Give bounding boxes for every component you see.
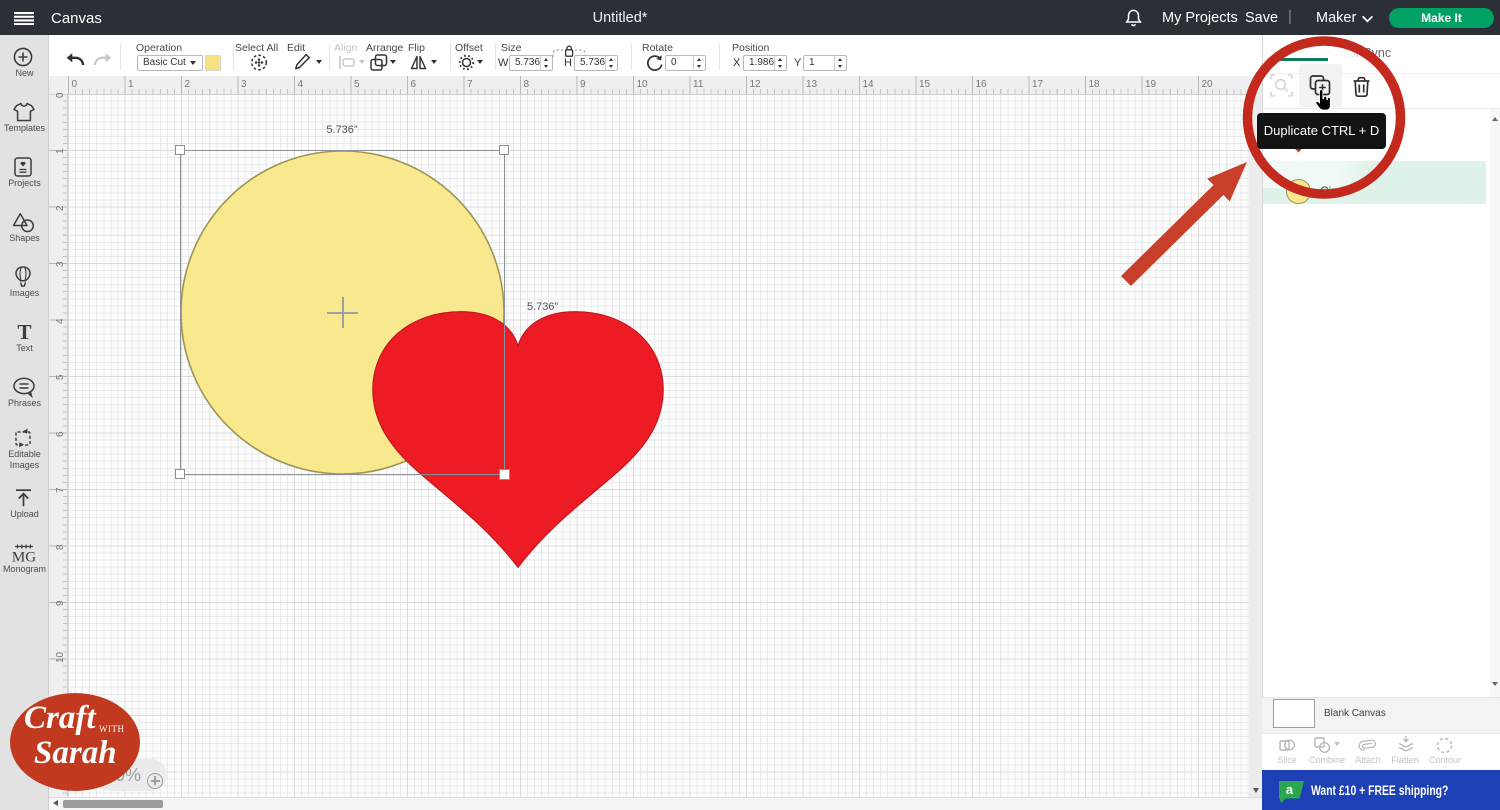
svg-text:MG: MG bbox=[12, 550, 36, 564]
svg-text:a: a bbox=[1286, 782, 1294, 797]
